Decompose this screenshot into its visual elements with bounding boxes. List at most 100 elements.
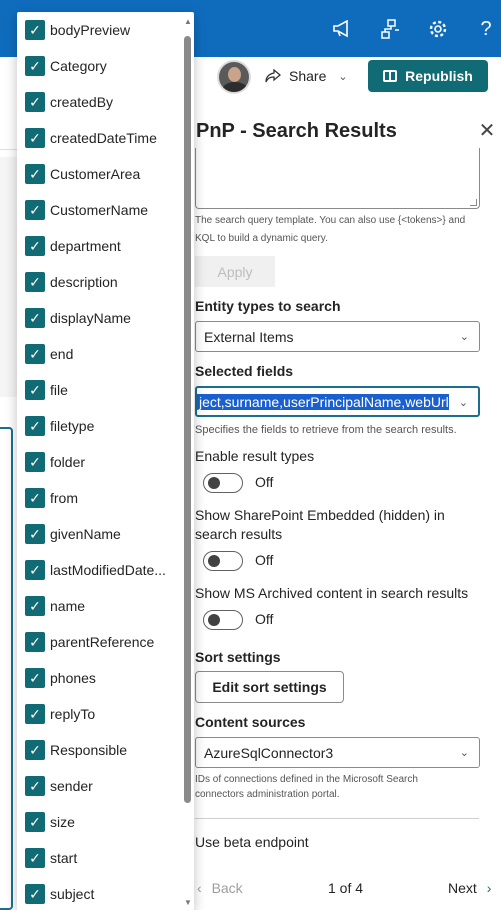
checkbox-checked-icon[interactable]: ✓ (25, 56, 45, 76)
checkbox-checked-icon[interactable]: ✓ (25, 20, 45, 40)
close-icon[interactable]: ✕ (476, 120, 498, 142)
avatar-face (228, 67, 241, 82)
scrollbar-thumb[interactable] (184, 36, 191, 803)
apply-button[interactable]: Apply (195, 256, 275, 287)
checkbox-checked-icon[interactable]: ✓ (25, 380, 45, 400)
field-option[interactable]: ✓ start (25, 840, 183, 876)
checkbox-checked-icon[interactable]: ✓ (25, 200, 45, 220)
field-option[interactable]: ✓ createdDateTime (25, 120, 183, 156)
checkbox-checked-icon[interactable]: ✓ (25, 596, 45, 616)
entity-types-value: External Items (204, 328, 294, 345)
next-button[interactable]: Next › (448, 880, 491, 896)
scroll-up-icon[interactable]: ▲ (184, 17, 192, 26)
field-option[interactable]: ✓ bodyPreview (25, 12, 183, 48)
content-sources-dropdown[interactable]: AzureSqlConnector3 ⌄ (195, 737, 480, 768)
checkbox-checked-icon[interactable]: ✓ (25, 776, 45, 796)
checkbox-checked-icon[interactable]: ✓ (25, 92, 45, 112)
field-option[interactable]: ✓ folder (25, 444, 183, 480)
field-option-label: sender (50, 778, 93, 794)
selected-fields-label: Selected fields (195, 363, 294, 379)
archived-toggle[interactable] (203, 610, 243, 630)
sort-settings-label: Sort settings (195, 649, 281, 665)
checkbox-checked-icon[interactable]: ✓ (25, 452, 45, 472)
avatar[interactable] (217, 60, 251, 94)
edit-sort-settings-button[interactable]: Edit sort settings (195, 671, 344, 703)
query-template-textarea[interactable] (195, 148, 480, 209)
chevron-right-icon: › (486, 880, 492, 896)
archived-state: Off (255, 611, 274, 627)
checkbox-checked-icon[interactable]: ✓ (25, 740, 45, 760)
avatar-body (222, 82, 248, 92)
field-option[interactable]: ✓ CustomerName (25, 192, 183, 228)
gear-icon[interactable] (423, 14, 453, 44)
checkbox-checked-icon[interactable]: ✓ (25, 164, 45, 184)
field-option[interactable]: ✓ Responsible (25, 732, 183, 768)
checkbox-checked-icon[interactable]: ✓ (25, 344, 45, 364)
embedded-toggle[interactable] (203, 551, 243, 571)
webpart-frame[interactable] (0, 427, 13, 910)
field-option[interactable]: ✓ size (25, 804, 183, 840)
checkbox-checked-icon[interactable]: ✓ (25, 308, 45, 328)
content-sources-value: AzureSqlConnector3 (204, 744, 334, 761)
checkbox-checked-icon[interactable]: ✓ (25, 488, 45, 508)
checkbox-checked-icon[interactable]: ✓ (25, 560, 45, 580)
field-option-label: name (50, 598, 86, 614)
result-types-toggle[interactable] (203, 473, 243, 493)
result-types-state: Off (255, 474, 274, 490)
back-button[interactable]: ‹ Back (197, 880, 243, 896)
scroll-down-icon[interactable]: ▼ (184, 898, 192, 907)
field-option[interactable]: ✓ Category (25, 48, 183, 84)
checkbox-checked-icon[interactable]: ✓ (25, 128, 45, 148)
field-option[interactable]: ✓ displayName (25, 300, 183, 336)
field-option[interactable]: ✓ replyTo (25, 696, 183, 732)
field-option-label: size (50, 814, 75, 830)
checkbox-checked-icon[interactable]: ✓ (25, 632, 45, 652)
share-icon (265, 69, 281, 83)
field-option[interactable]: ✓ subject (25, 876, 183, 910)
field-option[interactable]: ✓ createdBy (25, 84, 183, 120)
selected-fields-list[interactable]: ✓ bodyPreview ✓ Category ✓ createdBy ✓ createdD… (17, 12, 194, 910)
share-button[interactable]: Share ⌄ (265, 63, 348, 89)
checkbox-checked-icon[interactable]: ✓ (25, 416, 45, 436)
page-indicator: 1 of 4 (328, 880, 364, 896)
field-option[interactable]: ✓ end (25, 336, 183, 372)
field-option[interactable]: ✓ phones (25, 660, 183, 696)
field-option-label: file (50, 382, 68, 398)
field-option[interactable]: ✓ parentReference (25, 624, 183, 660)
checkbox-checked-icon[interactable]: ✓ (25, 236, 45, 256)
field-option[interactable]: ✓ sender (25, 768, 183, 804)
field-option[interactable]: ✓ filetype (25, 408, 183, 444)
selected-fields-value[interactable]: ject,surname,userPrincipalName,webUrl (197, 393, 449, 410)
field-option[interactable]: ✓ department (25, 228, 183, 264)
field-option-label: start (50, 850, 78, 866)
field-option-label: department (50, 238, 121, 254)
field-option-label: replyTo (50, 706, 96, 722)
megaphone-icon[interactable] (327, 14, 357, 44)
field-option-label: Responsible (50, 742, 128, 758)
checkbox-checked-icon[interactable]: ✓ (25, 704, 45, 724)
selected-fields-dropdown[interactable]: ject,surname,userPrincipalName,webUrl ⌄ (195, 386, 480, 417)
field-option[interactable]: ✓ givenName (25, 516, 183, 552)
chevron-down-icon: ⌄ (458, 397, 468, 409)
field-option[interactable]: ✓ name (25, 588, 183, 624)
next-label: Next (448, 880, 477, 896)
field-option[interactable]: ✓ file (25, 372, 183, 408)
resize-grip-icon[interactable] (470, 199, 477, 206)
checkbox-checked-icon[interactable]: ✓ (25, 668, 45, 688)
field-option[interactable]: ✓ CustomerArea (25, 156, 183, 192)
help-icon[interactable]: ? (471, 14, 501, 44)
org-chart-icon[interactable] (376, 14, 406, 44)
field-option[interactable]: ✓ from (25, 480, 183, 516)
checkbox-checked-icon[interactable]: ✓ (25, 884, 45, 904)
republish-button[interactable]: Republish (368, 60, 488, 92)
checkbox-checked-icon[interactable]: ✓ (25, 848, 45, 868)
field-option[interactable]: ✓ lastModifiedDate... (25, 552, 183, 588)
checkbox-checked-icon[interactable]: ✓ (25, 524, 45, 544)
field-option-label: CustomerName (50, 202, 149, 218)
entity-types-dropdown[interactable]: External Items ⌄ (195, 321, 480, 352)
query-help-text: The search query template. You can also … (195, 215, 466, 244)
checkbox-checked-icon[interactable]: ✓ (25, 812, 45, 832)
result-types-label: Enable result types (195, 448, 315, 464)
checkbox-checked-icon[interactable]: ✓ (25, 272, 45, 292)
field-option[interactable]: ✓ description (25, 264, 183, 300)
